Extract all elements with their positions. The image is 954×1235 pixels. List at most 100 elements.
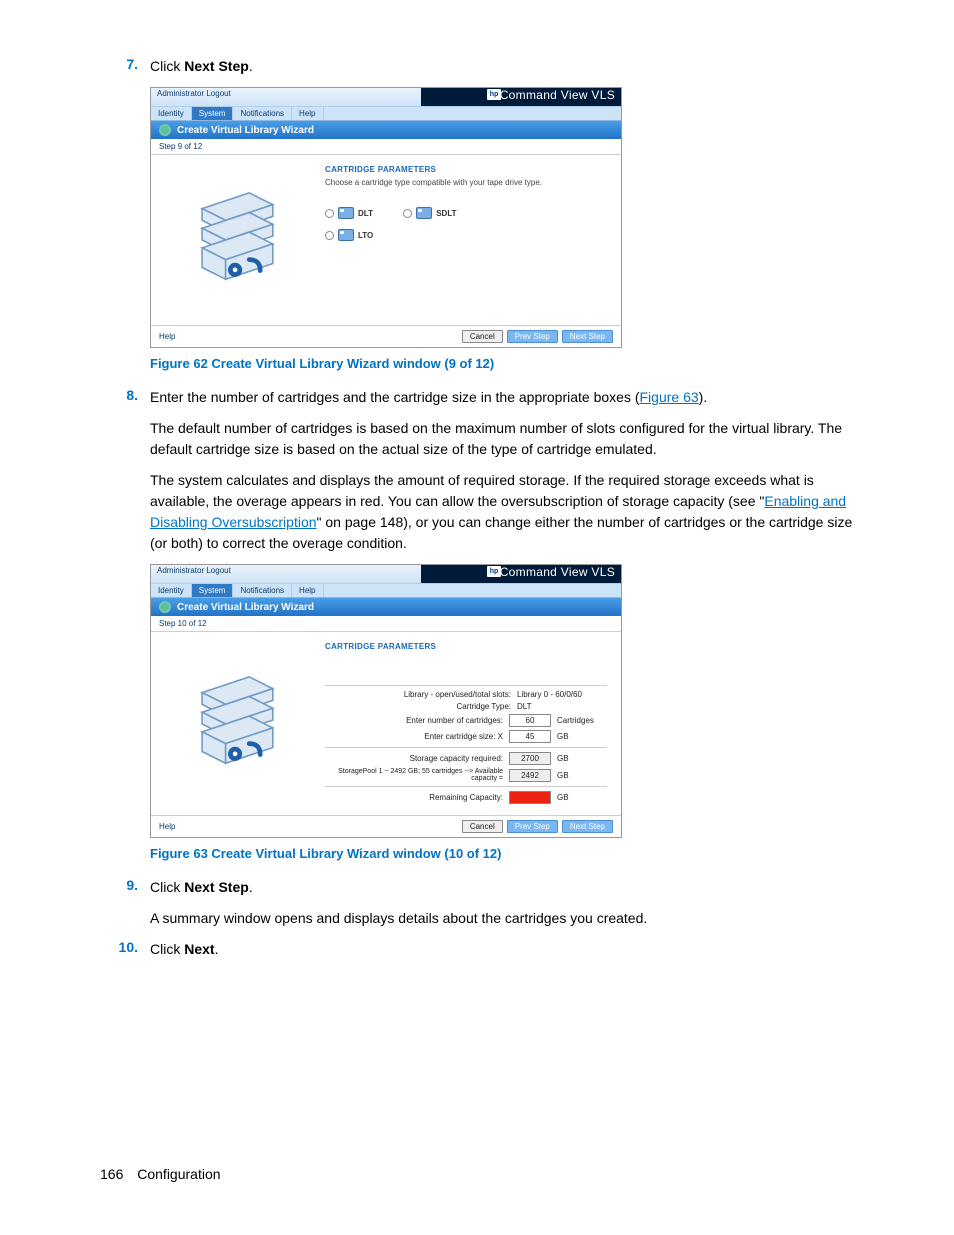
action-bar: Help Cancel Prev Step Next Step bbox=[151, 325, 621, 347]
unit: GB bbox=[557, 793, 607, 802]
step-7: 7. Click Next Step. bbox=[100, 56, 854, 77]
row-num-cartridges: Enter number of cartridges: 60 Cartridge… bbox=[325, 714, 607, 727]
step-number: 9. bbox=[100, 877, 150, 898]
step-8: 8. Enter the number of cartridges and th… bbox=[100, 387, 854, 408]
unit: GB bbox=[557, 732, 607, 741]
radio-label: SDLT bbox=[436, 209, 456, 218]
step-text: Click Next. bbox=[150, 939, 854, 960]
tab-notifications[interactable]: Notifications bbox=[233, 584, 292, 597]
library-stack-icon bbox=[186, 669, 281, 779]
label: Cartridge Type: bbox=[325, 702, 511, 711]
radio-label: LTO bbox=[358, 231, 373, 240]
section-name: Configuration bbox=[137, 1166, 220, 1182]
nav-tabs: Identity System Notifications Help bbox=[151, 106, 621, 121]
tab-notifications[interactable]: Notifications bbox=[233, 107, 292, 120]
radio-icon bbox=[325, 231, 334, 240]
step-text: Click Next Step. bbox=[150, 56, 854, 77]
cartridge-icon bbox=[338, 207, 354, 219]
radio-dlt[interactable]: DLT bbox=[325, 207, 373, 219]
step-8-para-2: The default number of cartridges is base… bbox=[150, 418, 854, 460]
text: The system calculates and displays the a… bbox=[150, 472, 814, 509]
section-title: CARTRIDGE PARAMETERS bbox=[325, 642, 607, 651]
next-step-button[interactable]: Next Step bbox=[562, 820, 613, 833]
figure-63-caption: Figure 63 Create Virtual Library Wizard … bbox=[150, 846, 854, 861]
text: . bbox=[249, 58, 253, 74]
admin-logout[interactable]: Administrator Logout bbox=[157, 566, 231, 575]
illustration-panel bbox=[151, 632, 315, 815]
window-header: Administrator Logout hp Command View VLS bbox=[151, 565, 621, 583]
label: Enter cartridge size: X bbox=[325, 732, 503, 741]
back-icon[interactable] bbox=[159, 124, 171, 136]
tab-help[interactable]: Help bbox=[292, 584, 323, 597]
text: . bbox=[215, 941, 219, 957]
next-step-button[interactable]: Next Step bbox=[562, 330, 613, 343]
step-8-para-3: The system calculates and displays the a… bbox=[150, 470, 854, 554]
radio-label: DLT bbox=[358, 209, 373, 218]
wizard-title-bar: Create Virtual Library Wizard bbox=[151, 598, 621, 616]
storage-required-field: 2700 bbox=[509, 752, 551, 765]
label: Remaining Capacity: bbox=[325, 793, 503, 802]
help-link[interactable]: Help bbox=[159, 332, 175, 341]
cartridge-icon bbox=[416, 207, 432, 219]
value: Library 0 - 60/0/60 bbox=[517, 690, 607, 699]
text: Click bbox=[150, 58, 184, 74]
figure-62-caption: Figure 62 Create Virtual Library Wizard … bbox=[150, 356, 854, 371]
tab-system[interactable]: System bbox=[192, 584, 234, 597]
bold-text: Next bbox=[184, 941, 214, 957]
section-subtitle: Choose a cartridge type compatible with … bbox=[325, 178, 607, 187]
radio-lto[interactable]: LTO bbox=[325, 229, 373, 241]
label: Enter number of cartridges: bbox=[325, 716, 503, 725]
cancel-button[interactable]: Cancel bbox=[462, 820, 503, 833]
row-type: Cartridge Type: DLT bbox=[325, 702, 607, 711]
radio-icon bbox=[325, 209, 334, 218]
row-slots: Library - open/used/total slots: Library… bbox=[325, 690, 607, 699]
text: ). bbox=[699, 389, 708, 405]
row-storage-pool: StoragePool 1 ~ 2492 GB; 55 cartridges -… bbox=[325, 768, 607, 782]
step-indicator: Step 9 of 12 bbox=[151, 139, 621, 155]
tab-system[interactable]: System bbox=[192, 107, 234, 120]
step-indicator: Step 10 of 12 bbox=[151, 616, 621, 632]
step-text: Click Next Step. bbox=[150, 877, 854, 898]
step-number: 10. bbox=[100, 939, 150, 960]
text: . bbox=[249, 879, 253, 895]
figure-63-screenshot: Administrator Logout hp Command View VLS… bbox=[150, 564, 622, 838]
action-bar: Help Cancel Prev Step Next Step bbox=[151, 815, 621, 837]
step-10: 10. Click Next. bbox=[100, 939, 854, 960]
num-cartridges-input[interactable]: 60 bbox=[509, 714, 551, 727]
library-stack-icon bbox=[186, 185, 281, 295]
row-remaining-capacity: Remaining Capacity: GB bbox=[325, 791, 607, 804]
cancel-button[interactable]: Cancel bbox=[462, 330, 503, 343]
brand-title: Command View VLS bbox=[500, 565, 615, 579]
tab-identity[interactable]: Identity bbox=[151, 584, 192, 597]
wizard-title: Create Virtual Library Wizard bbox=[177, 125, 314, 136]
cartridge-icon bbox=[338, 229, 354, 241]
section-title: CARTRIDGE PARAMETERS bbox=[325, 165, 607, 174]
help-link[interactable]: Help bbox=[159, 822, 175, 831]
bold-text: Next Step bbox=[184, 879, 249, 895]
illustration-panel bbox=[151, 155, 315, 325]
prev-step-button[interactable]: Prev Step bbox=[507, 820, 558, 833]
page-footer: 166 Configuration bbox=[100, 1166, 854, 1182]
text: Click bbox=[150, 879, 184, 895]
step-9-para-2: A summary window opens and displays deta… bbox=[150, 908, 854, 929]
row-storage-required: Storage capacity required: 2700 GB bbox=[325, 752, 607, 765]
step-9: 9. Click Next Step. bbox=[100, 877, 854, 898]
tab-identity[interactable]: Identity bbox=[151, 107, 192, 120]
back-icon[interactable] bbox=[159, 601, 171, 613]
figure-63-link[interactable]: Figure 63 bbox=[640, 389, 699, 405]
remaining-capacity-field bbox=[509, 791, 551, 804]
admin-logout[interactable]: Administrator Logout bbox=[157, 89, 231, 98]
value: DLT bbox=[517, 702, 607, 711]
wizard-title: Create Virtual Library Wizard bbox=[177, 602, 314, 613]
tab-help[interactable]: Help bbox=[292, 107, 323, 120]
unit: GB bbox=[557, 771, 607, 780]
radio-sdlt[interactable]: SDLT bbox=[403, 207, 456, 219]
prev-step-button[interactable]: Prev Step bbox=[507, 330, 558, 343]
label: Library - open/used/total slots: bbox=[325, 690, 511, 699]
label: Storage capacity required: bbox=[325, 754, 503, 763]
nav-tabs: Identity System Notifications Help bbox=[151, 583, 621, 598]
unit: Cartridges bbox=[557, 716, 607, 725]
row-cartridge-size: Enter cartridge size: X 45 GB bbox=[325, 730, 607, 743]
cartridge-size-input[interactable]: 45 bbox=[509, 730, 551, 743]
available-capacity-field: 2492 bbox=[509, 769, 551, 782]
